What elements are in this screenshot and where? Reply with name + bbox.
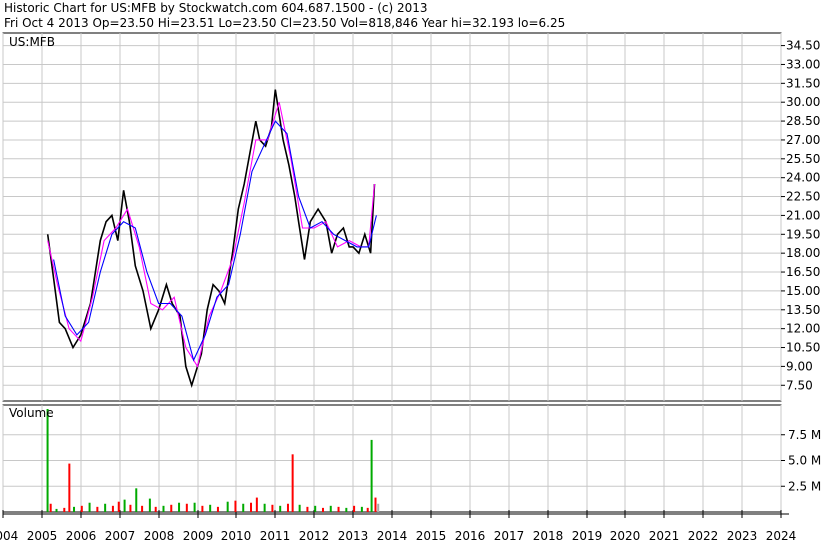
volume-bar [337, 506, 340, 512]
x-tick-label: 2013 [338, 529, 369, 543]
price-tick-label: 19.50 [786, 227, 820, 241]
x-tick-label: 2010 [221, 529, 252, 543]
volume-bar [321, 507, 324, 512]
x-tick-label: 2014 [377, 529, 408, 543]
volume-bar [279, 505, 282, 512]
x-tick-label: 2023 [727, 529, 758, 543]
volume-bar [216, 506, 219, 512]
volume-bar [141, 505, 144, 512]
volume-bar [117, 501, 120, 512]
volume-bar [104, 503, 107, 512]
volume-bar [271, 504, 274, 512]
volume-bar [306, 506, 309, 512]
symbol-label: US:MFB [9, 35, 55, 49]
volume-bar [201, 505, 204, 512]
volume-tick-label: 5.0 M [788, 454, 821, 468]
x-tick-label: 2015 [416, 529, 447, 543]
volume-bar [129, 504, 132, 512]
x-tick-label: 2006 [66, 529, 97, 543]
volume-bar [162, 505, 165, 512]
volume-bar [178, 502, 181, 512]
x-tick-label: 2011 [260, 529, 291, 543]
price-tick-label: 9.00 [786, 359, 813, 373]
volume-bar [135, 488, 138, 512]
x-tick-label: 2009 [183, 529, 214, 543]
price-tick-label: 12.00 [786, 322, 820, 336]
volume-bar [234, 500, 237, 512]
volume-label: Volume [9, 406, 54, 420]
price-tick-label: 28.50 [786, 114, 820, 128]
x-tick-label: 2008 [144, 529, 175, 543]
price-tick-label: 21.00 [786, 208, 820, 222]
volume-tick-label: 2.5 M [788, 479, 821, 493]
volume-bar [209, 504, 212, 512]
price-tick-label: 18.00 [786, 246, 820, 260]
volume-bar [242, 503, 245, 512]
price-series-line [46, 89, 376, 388]
volume-bar [63, 507, 66, 512]
volume-bar [49, 503, 52, 512]
price-tick-label: 10.50 [786, 341, 820, 355]
price-tick-label: 22.50 [786, 190, 820, 204]
volume-tick-label: 7.5 M [788, 428, 821, 442]
price-tick-label: 33.00 [786, 57, 820, 71]
volume-bar [73, 506, 76, 512]
volume-bar [170, 504, 173, 512]
x-tick-label: 2024 [766, 529, 797, 543]
x-tick-label: 2016 [455, 529, 486, 543]
price-tick-label: 13.50 [786, 303, 820, 317]
chart-svg: 2004 2005 2006 2007 2008 2009 2010 2011 2012 2013… [0, 32, 821, 543]
x-tick-label: 2018 [533, 529, 564, 543]
volume-bar [366, 507, 369, 512]
x-tick-label: 2004 [0, 529, 18, 543]
chart-root: Historic Chart for US:MFB by Stockwatch.… [0, 0, 830, 543]
price-tick-label: 15.00 [786, 284, 820, 298]
volume-bar [123, 499, 126, 512]
volume-bar [193, 502, 196, 512]
x-tick-label: 2021 [649, 529, 680, 543]
volume-bar [360, 506, 363, 512]
volume-bar [329, 505, 332, 512]
x-tick-label: 2020 [610, 529, 641, 543]
volume-bar [68, 463, 71, 512]
volume-bar [353, 505, 356, 512]
volume-bar [255, 497, 258, 512]
volume-bar [250, 502, 253, 512]
price-series-line [53, 120, 377, 362]
x-tick-label: 2017 [494, 529, 525, 543]
price-tick-label: 24.00 [786, 171, 820, 185]
volume-bar [80, 505, 83, 512]
volume-bar [148, 498, 151, 512]
volume-bar [96, 506, 99, 512]
x-tick-label: 2012 [299, 529, 330, 543]
price-tick-label: 27.00 [786, 133, 820, 147]
volume-bar [226, 501, 229, 512]
volume-bar [345, 507, 348, 512]
volume-bar [185, 503, 188, 512]
volume-bar [263, 503, 266, 512]
volume-bar [298, 504, 301, 512]
volume-bar [88, 502, 91, 512]
volume-bar [291, 454, 294, 512]
x-tick-label: 2022 [688, 529, 719, 543]
volume-bar [154, 506, 157, 512]
volume-bar [55, 508, 58, 512]
volume-bar [286, 503, 289, 512]
x-tick-label: 2019 [572, 529, 603, 543]
volume-bar [370, 439, 373, 512]
x-tick-label: 2007 [105, 529, 136, 543]
price-tick-label: 25.50 [786, 152, 820, 166]
volume-bar [374, 497, 377, 512]
price-tick-label: 30.00 [786, 95, 820, 109]
volume-bar [377, 503, 380, 512]
volume-bar [111, 505, 114, 512]
price-tick-label: 31.50 [786, 76, 820, 90]
volume-bar [46, 409, 49, 512]
price-tick-label: 7.50 [786, 378, 813, 392]
price-tick-label: 34.50 [786, 39, 820, 53]
x-tick-label: 2005 [27, 529, 58, 543]
price-tick-label: 16.50 [786, 265, 820, 279]
volume-bar [314, 505, 317, 512]
